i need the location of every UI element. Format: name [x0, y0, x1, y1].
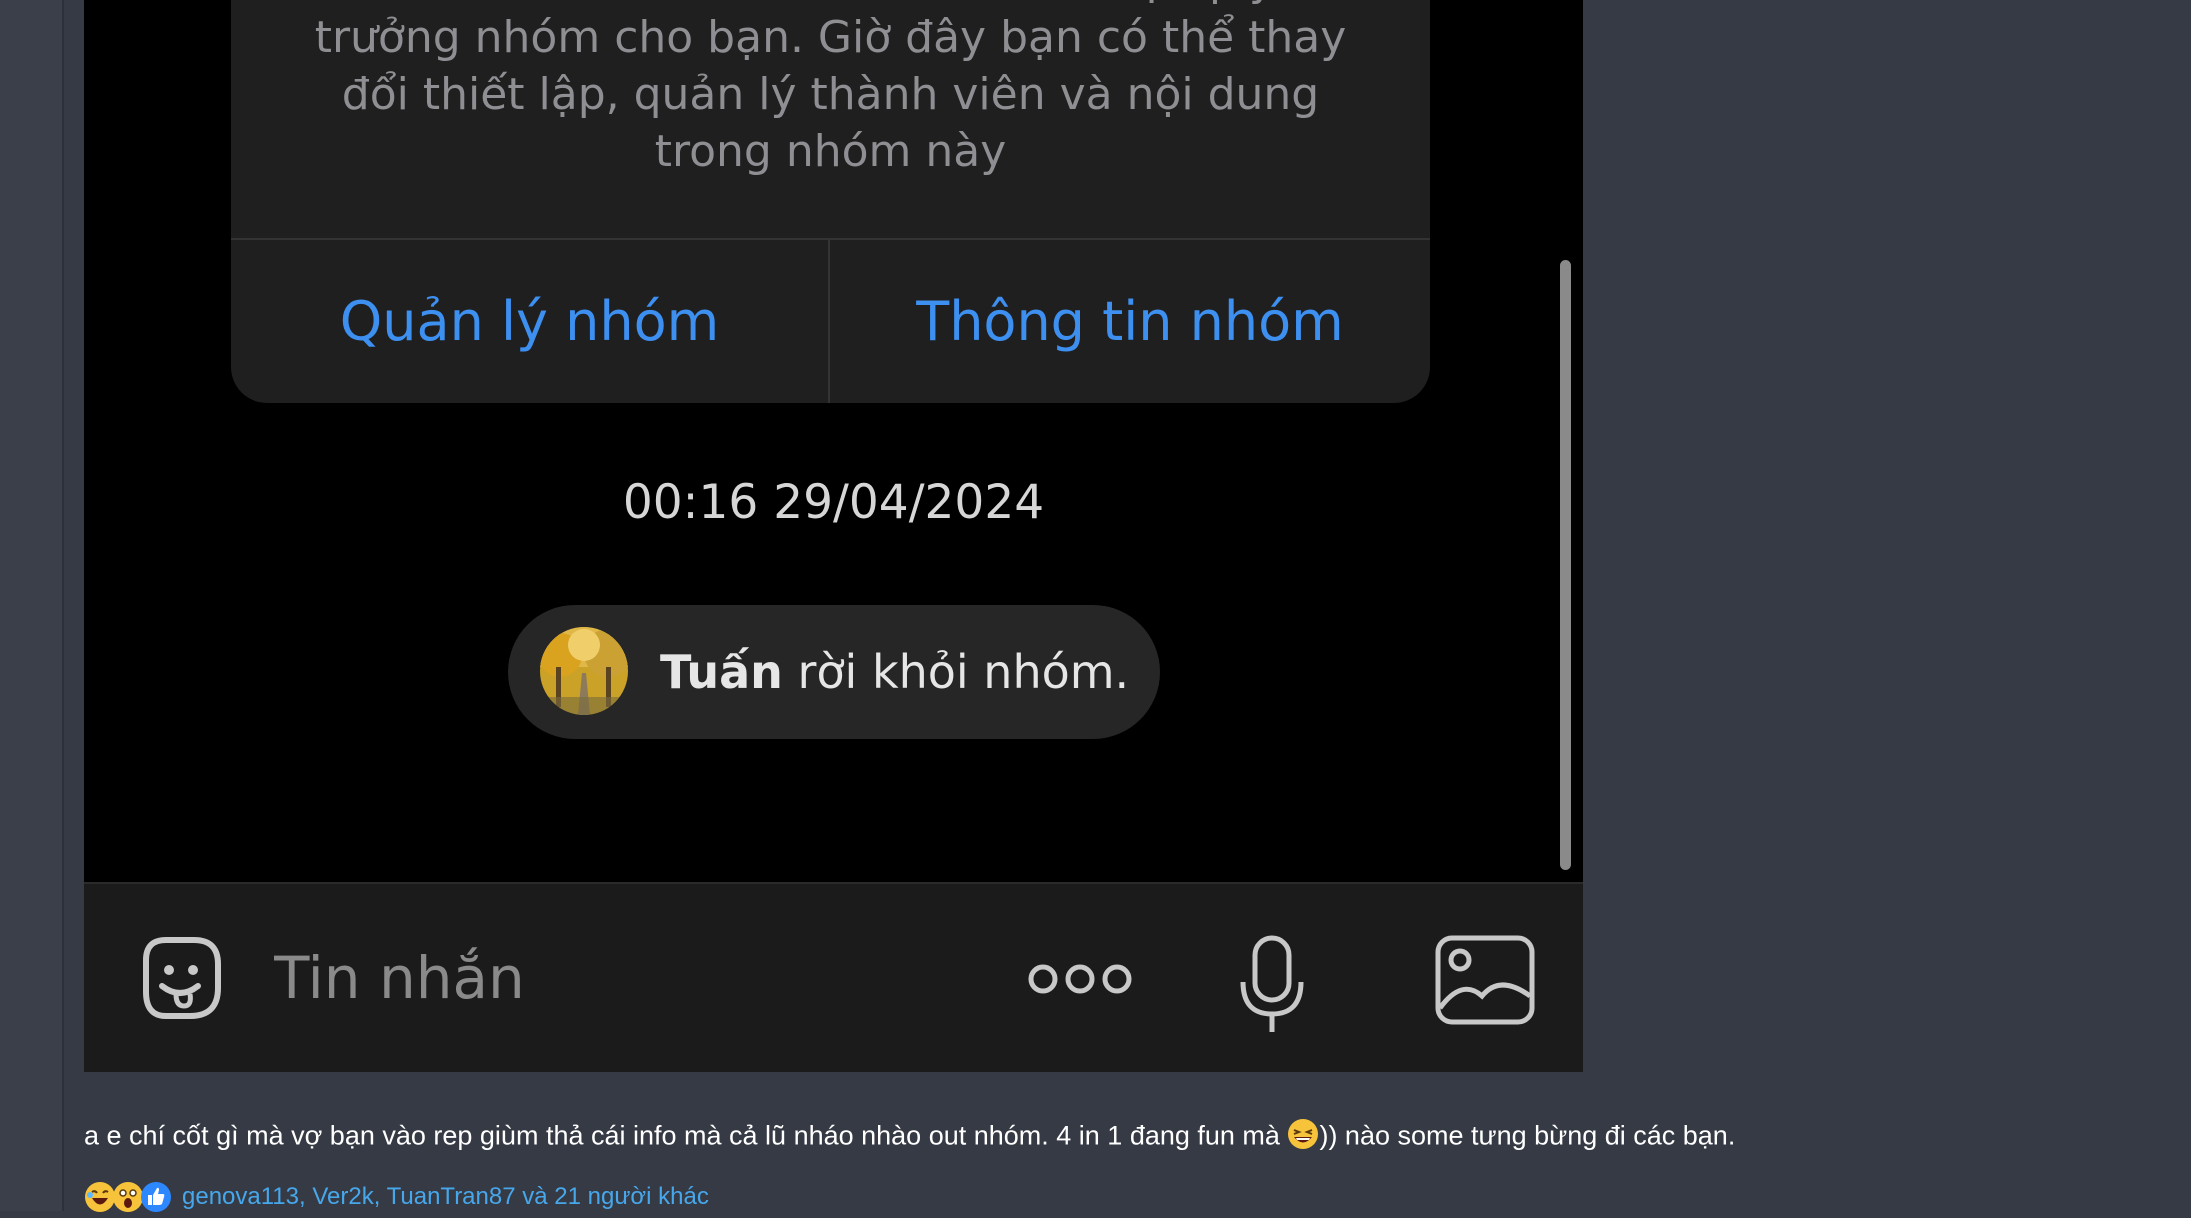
- chat-screenshot-image: Trần Hoài Đức vừa rời nhóm và trao lại q…: [84, 0, 1583, 1072]
- more-options-icon[interactable]: [1025, 956, 1135, 1002]
- notice-text: Trần Hoài Đức vừa rời nhóm và trao lại q…: [291, 0, 1370, 190]
- notice-line: trong nhóm này: [654, 126, 1007, 177]
- message-composer: [84, 882, 1583, 1072]
- notice-line: trưởng nhóm cho bạn. Giờ đây bạn có thể …: [314, 12, 1347, 63]
- reactors-link[interactable]: genova113, Ver2k, TuanTran87 và 21 người…: [182, 1183, 709, 1211]
- notice-line: đổi thiết lập, quản lý thành viên và nội…: [341, 69, 1320, 120]
- left-sidebar-strip: [0, 0, 64, 1211]
- scrollbar[interactable]: [1560, 260, 1571, 870]
- reactions-bar: genova113, Ver2k, TuanTran87 và 21 người…: [84, 1180, 709, 1214]
- microphone-icon[interactable]: [1237, 934, 1307, 1034]
- grinning-squint-emoji: [1287, 1118, 1319, 1157]
- message-input[interactable]: [272, 932, 876, 1024]
- post-text-part: )) nào some tưng bừng đi các bạn.: [1319, 1120, 1736, 1151]
- sticker-icon[interactable]: [132, 930, 228, 1026]
- member-name: Tuấn: [660, 645, 783, 699]
- notice-line: Trần Hoài Đức vừa rời nhóm và trao lại q…: [291, 0, 1370, 9]
- group-owner-notice-card: Trần Hoài Đức vừa rời nhóm và trao lại q…: [231, 0, 1430, 403]
- member-left-text: Tuấn rời khỏi nhóm.: [660, 605, 1129, 739]
- member-left-notice: Tuấn rời khỏi nhóm.: [508, 605, 1160, 739]
- like-react-icon[interactable]: [140, 1181, 172, 1213]
- group-info-button[interactable]: Thông tin nhóm: [830, 240, 1430, 403]
- post-body-text: a e chí cốt gì mà vợ bạn vào rep giùm th…: [84, 1118, 1735, 1157]
- manage-group-button[interactable]: Quản lý nhóm: [231, 240, 828, 403]
- post-text-part: a e chí cốt gì mà vợ bạn vào rep giùm th…: [84, 1120, 1280, 1151]
- left-group-label: rời khỏi nhóm.: [797, 645, 1130, 699]
- message-timestamp: 00:16 29/04/2024: [622, 475, 1045, 530]
- avatar: [540, 627, 628, 715]
- image-icon[interactable]: [1434, 934, 1536, 1026]
